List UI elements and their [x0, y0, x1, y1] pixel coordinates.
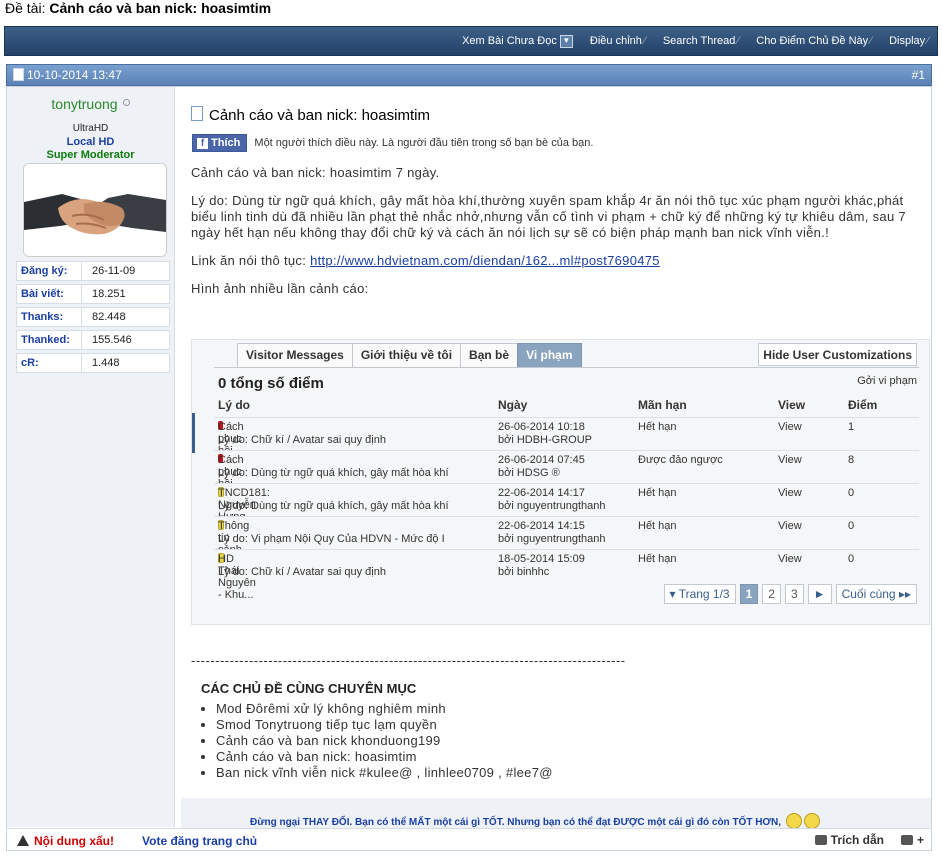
post-message: Cảnh cáo và ban nick: hoasimtim 7 ngày. … — [191, 165, 931, 309]
warning-icon — [17, 835, 29, 846]
row-highlight-marker — [192, 413, 195, 453]
images-label: Hình ảnh nhiều lần cảnh cáo: — [191, 281, 369, 296]
facebook-like-text: Một người thích điều này. Là người đầu t… — [254, 137, 594, 149]
hide-customizations-button: Hide User Customizations — [758, 343, 917, 366]
page-indicator: ▾ Trang 1/3 — [663, 584, 736, 604]
rate-thread-menu[interactable]: Cho Điểm Chủ Đề Này ⁄ — [756, 35, 872, 47]
stat-joined: Đăng ký: 26-11-09 — [16, 261, 170, 281]
stat-thanks: Thanks: 82.448 — [16, 307, 170, 327]
stat-posts: Bài viết: 18.251 — [16, 284, 170, 304]
page-1: 1 — [739, 584, 759, 604]
post-header: 10-10-2014 13:47 #1 — [6, 64, 932, 86]
table-row: Thông tin cảnh cáo Lý do: Vi phạm Nội Qu… — [214, 516, 919, 568]
quote-button[interactable]: Trích dẫn — [814, 833, 884, 847]
page-3: 3 — [784, 584, 804, 604]
related-thread-link[interactable]: Smod Tonytruong tiếp tục lạm quyền — [216, 717, 801, 733]
facebook-like-button[interactable]: f Thích — [192, 134, 248, 152]
col-date: Ngày — [498, 398, 528, 412]
topic-title: Đề tài: Cảnh cáo và ban nick: hoasimtim — [5, 0, 271, 16]
post-icon — [13, 68, 24, 81]
infraction-table: Cách phục hồi Pin... Lý do: Chữ kí / Ava… — [214, 417, 919, 601]
multi-quote-button[interactable]: + — [900, 833, 924, 847]
user-info-pane: tonytruong UltraHD Local HD Super Modera… — [7, 87, 175, 827]
separator: ----------------------------------------… — [191, 653, 626, 668]
col-view: View — [778, 398, 806, 412]
related-thread-link[interactable]: Cảnh cáo và ban nick khonduong199 — [216, 733, 801, 749]
ban-reason: Lý do: Dùng từ ngữ quá khích, gây mất hò… — [191, 193, 906, 240]
facebook-like-bar: f Thích Một người thích điều này. Là ngườ… — [192, 134, 593, 152]
offense-link[interactable]: http://www.hdvietnam.com/diendan/162...m… — [310, 253, 660, 268]
send-infraction-link: Gởi vi phạm — [857, 375, 917, 387]
related-thread-link[interactable]: Mod Đôrêmi xử lý không nghiêm minh — [216, 701, 801, 717]
ban-line: Cảnh cáo và ban nick: hoasimtim 7 ngày. — [191, 165, 440, 180]
smiley-icon — [803, 813, 820, 829]
pagination: ▾ Trang 1/3 1 2 3 ► Cuối cùng ▸▸ — [660, 584, 917, 604]
stat-cr: cR: 1.448 — [16, 353, 170, 373]
quote-icon — [814, 835, 827, 845]
col-reason: Lý do — [218, 398, 250, 412]
col-expires: Mãn hạn — [638, 398, 687, 412]
post-footer: Nội dung xấu! Vote đăng trang chủ Trích … — [7, 828, 932, 851]
table-row: Cách phục hồi Pin... Lý do: Dùng từ ngữ … — [214, 450, 919, 502]
post-date: 10-10-2014 13:47 — [13, 68, 122, 82]
table-row: Cách phục hồi Pin... Lý do: Chữ kí / Ava… — [214, 417, 919, 469]
offense-link-line: Link ăn nói thô tục: http://www.hdvietna… — [191, 253, 660, 268]
thread-toolbar: Xem Bài Chưa Đọc ▼ Điều chỉnh ⁄ Search Thr… — [4, 26, 938, 56]
tab-friends: Bạn bè — [460, 343, 519, 367]
col-points: Điểm — [848, 398, 878, 412]
related-thread-link[interactable]: Cảnh cáo và ban nick: hoasimtim — [216, 749, 801, 765]
last-page-button: Cuối cùng ▸▸ — [835, 584, 917, 604]
user-title: UltraHD — [72, 123, 109, 134]
vote-homepage-link[interactable]: Vote đăng trang chủ — [142, 834, 257, 848]
tab-about-me: Giới thiệu về tôi — [351, 343, 462, 367]
tabs-divider — [214, 367, 919, 368]
infractions-screenshot: Visitor Messages Giới thiệu về tôi Bạn b… — [191, 339, 930, 625]
page-2: 2 — [762, 584, 781, 604]
username[interactable]: tonytruong — [7, 96, 174, 112]
avatar[interactable] — [23, 163, 167, 257]
report-post-button[interactable]: Nội dung xấu! — [17, 834, 114, 848]
multi-quote-icon — [900, 835, 913, 845]
table-row: TNCD181: Nguyễn Hưng -... Lý do: Dùng từ… — [214, 483, 919, 523]
moderate-menu[interactable]: Điều chỉnh ⁄ — [590, 35, 646, 47]
related-threads: CÁC CHỦ ĐỀ CÙNG CHUYÊN MỤC Mod Đôrêmi xử… — [201, 681, 801, 781]
display-menu[interactable]: Display ⁄ — [889, 35, 929, 47]
facebook-icon: f — [197, 138, 208, 149]
table-row: HD Thái Nguyên - Khu... Lý do: Chữ kí / … — [214, 549, 919, 601]
smiley-icon — [785, 813, 802, 829]
unread-posts-link[interactable]: Xem Bài Chưa Đọc ▼ — [462, 35, 573, 48]
related-thread-link[interactable]: Ban nick vĩnh viễn nick #kulee@ , linhle… — [216, 765, 801, 781]
user-rank-moderator: Super Moderator — [46, 149, 135, 161]
stat-thanked: Thanked: 155.546 — [16, 330, 170, 350]
tab-infractions: Vi phạm — [517, 343, 582, 367]
post-number-link[interactable]: #1 — [912, 68, 925, 82]
signature: Đừng ngại THAY ĐỔI. Bạn có thể MẤT một c… — [250, 813, 820, 829]
search-thread-menu[interactable]: Search Thread ⁄ — [663, 35, 739, 47]
document-icon — [191, 106, 203, 121]
user-stats: Đăng ký: 26-11-09 Bài viết: 18.251 Thanks:… — [16, 261, 170, 376]
tab-visitor-messages: Visitor Messages — [237, 343, 353, 367]
dropdown-arrow-icon[interactable]: ▼ — [559, 35, 573, 48]
offline-status-icon — [122, 99, 130, 106]
profile-tabs: Visitor Messages Giới thiệu về tôi Bạn b… — [237, 343, 582, 367]
total-points: 0 tổng số điểm — [218, 375, 324, 392]
user-rank-local-hd: Local HD — [66, 136, 115, 148]
next-page-icon: ► — [807, 584, 832, 604]
topic-prefix: Đề tài: — [5, 0, 46, 16]
post-title: Cảnh cáo và ban nick: hoasimtim — [191, 106, 430, 124]
related-heading: CÁC CHỦ ĐỀ CÙNG CHUYÊN MỤC — [201, 681, 417, 696]
topic-name: Cảnh cáo và ban nick: hoasimtim — [49, 0, 272, 16]
